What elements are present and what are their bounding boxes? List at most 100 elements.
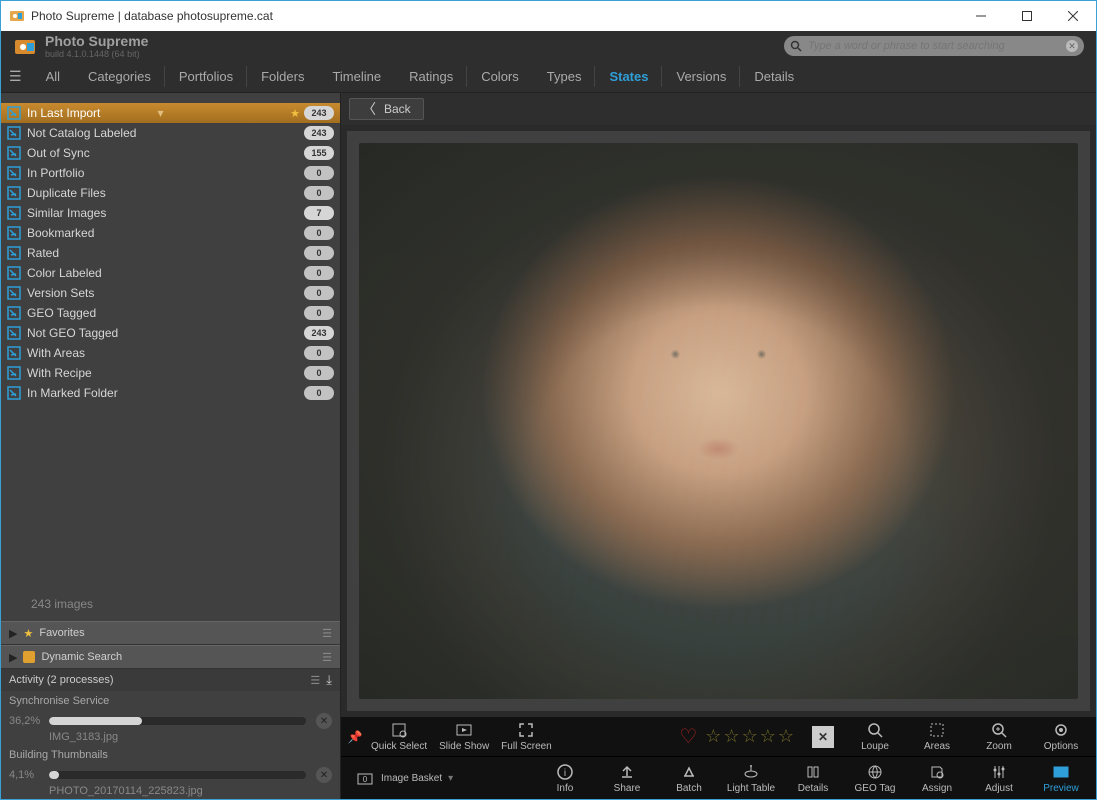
state-row[interactable]: Not GEO Tagged243	[1, 323, 340, 343]
state-row[interactable]: Bookmarked0	[1, 223, 340, 243]
state-icon	[7, 186, 21, 200]
state-row[interactable]: In Portfolio 0	[1, 163, 340, 183]
state-icon	[7, 146, 21, 160]
activity-label: Activity (2 processes)	[9, 674, 114, 686]
brand-icon	[13, 34, 37, 58]
activity-thumbnails: Building Thumbnails 4,1% ✕ PHOTO_2017011…	[1, 745, 340, 799]
state-label: In Portfolio	[27, 166, 166, 180]
panel-menu-icon[interactable]: ☰	[322, 627, 332, 640]
image-basket-button[interactable]: 0 Image Basket ▾	[345, 769, 459, 787]
dynamic-search-panel-header[interactable]: ▶ Dynamic Search ☰	[1, 645, 340, 669]
star-icon[interactable]: ☆	[778, 726, 794, 747]
star-icon[interactable]: ☆	[742, 726, 758, 747]
window-minimize-button[interactable]	[958, 1, 1004, 31]
caret-right-icon: ▶	[9, 627, 17, 640]
state-label: GEO Tagged	[27, 306, 166, 320]
batch-button[interactable]: Batch	[658, 763, 720, 794]
share-button[interactable]: Share	[596, 763, 658, 794]
state-label: Bookmarked	[27, 226, 166, 240]
details-button[interactable]: Details	[782, 763, 844, 794]
state-label: Similar Images	[27, 206, 166, 220]
tab-types[interactable]: Types	[533, 63, 596, 90]
state-row[interactable]: Not Catalog Labeled243	[1, 123, 340, 143]
star-icon[interactable]: ☆	[760, 726, 776, 747]
panel-menu-icon[interactable]: ☰	[310, 674, 320, 687]
tab-timeline[interactable]: Timeline	[318, 63, 395, 90]
quick-select-button[interactable]: Quick Select	[365, 721, 433, 752]
tab-states[interactable]: States	[595, 63, 662, 90]
tab-versions[interactable]: Versions	[662, 63, 740, 90]
favorites-panel-header[interactable]: ▶ ★ Favorites ☰	[1, 621, 340, 645]
chevron-down-icon: ▾	[448, 773, 453, 784]
state-icon	[7, 286, 21, 300]
info-button[interactable]: i Info	[534, 763, 596, 794]
areas-button[interactable]: Areas	[906, 721, 968, 752]
light-table-button[interactable]: Light Table	[720, 763, 782, 794]
slide-show-button[interactable]: Slide Show	[433, 721, 495, 752]
tab-ratings[interactable]: Ratings	[395, 63, 467, 90]
chevron-down-icon[interactable]: ▾	[158, 106, 164, 120]
pin-icon[interactable]: 📌	[345, 730, 365, 744]
activity-panel-header[interactable]: Activity (2 processes) ☰ ⤓	[1, 669, 340, 691]
search-box[interactable]: ✕	[784, 36, 1084, 56]
tab-colors[interactable]: Colors	[467, 63, 533, 90]
search-input[interactable]	[808, 40, 1066, 52]
cancel-activity-button[interactable]: ✕	[316, 767, 332, 783]
tab-folders[interactable]: Folders	[247, 63, 318, 90]
state-row[interactable]: Duplicate Files0	[1, 183, 340, 203]
state-count-badge: 0	[304, 166, 334, 180]
rating-stars[interactable]: ☆ ☆ ☆ ☆ ☆	[705, 726, 794, 747]
state-count-badge: 0	[304, 266, 334, 280]
zoom-button[interactable]: Zoom	[968, 721, 1030, 752]
states-list: In Last Import▾★243Not Catalog Labeled24…	[1, 93, 340, 567]
state-row[interactable]: Color Labeled 0	[1, 263, 340, 283]
star-icon[interactable]: ☆	[723, 726, 739, 747]
brand-version: build 4.1.0.1448 (64 bit)	[45, 49, 148, 59]
loupe-button[interactable]: Loupe	[844, 721, 906, 752]
state-row[interactable]: Rated0	[1, 243, 340, 263]
preview-button[interactable]: Preview	[1030, 763, 1092, 794]
window-close-button[interactable]	[1050, 1, 1096, 31]
panel-menu-icon[interactable]: ☰	[322, 651, 332, 664]
window-titlebar: Photo Supreme | database photosupreme.ca…	[1, 1, 1096, 31]
state-label: Color Labeled	[27, 266, 166, 280]
state-icon	[7, 246, 21, 260]
state-row[interactable]: In Marked Folder0	[1, 383, 340, 403]
favorite-heart-icon[interactable]: ♡	[679, 724, 697, 749]
back-button[interactable]: 〈 Back	[349, 98, 424, 120]
state-label: Rated	[27, 246, 166, 260]
caret-right-icon: ▶	[9, 651, 17, 664]
chevron-left-icon: 〈	[362, 99, 376, 119]
state-icon	[7, 266, 21, 280]
brand-name: Photo Supreme	[45, 33, 148, 49]
tab-details[interactable]: Details	[740, 63, 808, 90]
assign-button[interactable]: Assign	[906, 763, 968, 794]
state-label: Not GEO Tagged	[27, 326, 166, 340]
geo-tag-button[interactable]: GEO Tag	[844, 763, 906, 794]
state-row[interactable]: Similar Images7	[1, 203, 340, 223]
collapse-down-icon[interactable]: ⤓	[326, 672, 332, 688]
state-row[interactable]: With Recipe0	[1, 363, 340, 383]
state-row[interactable]: In Last Import▾★243	[1, 103, 340, 123]
tab-all[interactable]: All	[32, 63, 74, 90]
menu-icon[interactable]: ☰	[9, 68, 22, 85]
state-row[interactable]: With Areas0	[1, 343, 340, 363]
state-row[interactable]: Out of Sync155	[1, 143, 340, 163]
tab-portfolios[interactable]: Portfolios	[165, 63, 247, 90]
window-maximize-button[interactable]	[1004, 1, 1050, 31]
adjust-button[interactable]: Adjust	[968, 763, 1030, 794]
reject-button[interactable]: ✕	[812, 726, 834, 748]
clear-search-icon[interactable]: ✕	[1066, 40, 1078, 52]
state-label: Duplicate Files	[27, 186, 166, 200]
tab-categories[interactable]: Categories	[74, 63, 165, 90]
full-screen-button[interactable]: Full Screen	[495, 721, 558, 752]
state-row[interactable]: Version Sets0	[1, 283, 340, 303]
activity-sync: Synchronise Service 36,2% ✕ IMG_3183.jpg	[1, 691, 340, 745]
nav-tabs: ☰ All Categories Portfolios Folders Time…	[1, 61, 1096, 93]
options-button[interactable]: Options	[1030, 721, 1092, 752]
preview-image[interactable]	[359, 143, 1078, 699]
cancel-activity-button[interactable]: ✕	[316, 713, 332, 729]
star-icon[interactable]: ☆	[705, 726, 721, 747]
state-label: Not Catalog Labeled	[27, 126, 166, 140]
state-row[interactable]: GEO Tagged0	[1, 303, 340, 323]
